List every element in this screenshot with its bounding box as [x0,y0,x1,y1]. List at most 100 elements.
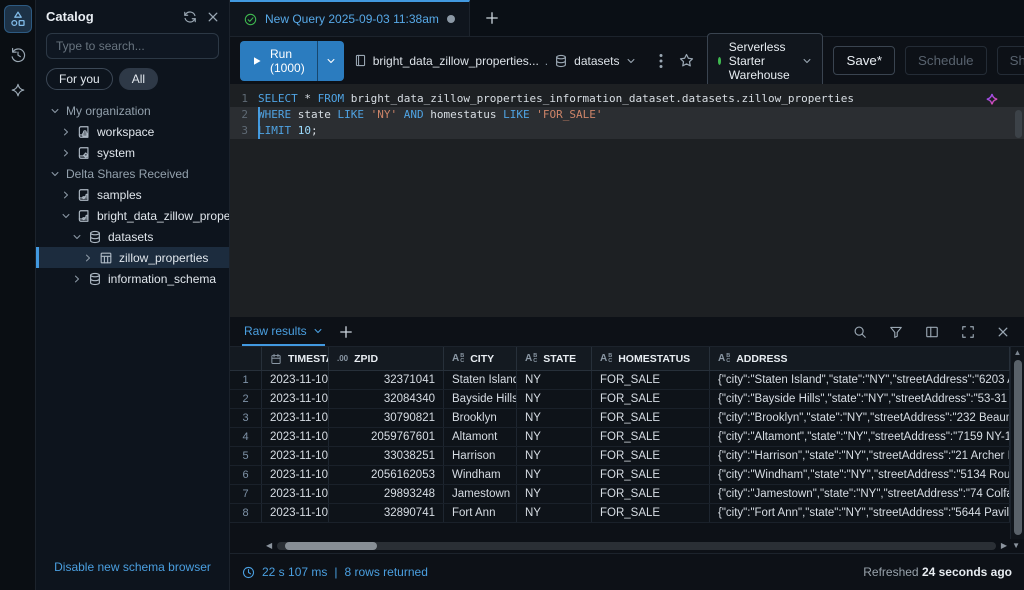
code-text: SELECT * FROM bright_data_zillow_propert… [258,91,1024,107]
scroll-left-arrow[interactable]: ◀ [266,542,272,550]
row-number: 2 [230,390,262,408]
cell-timestamp: 2023-11-10 [262,466,329,484]
tree-item-system[interactable]: system [36,142,229,163]
table-row[interactable]: 12023-11-1032371041Staten IslandNYFOR_SA… [230,371,1010,390]
chevron-right-icon [61,148,71,158]
chevron-down-icon [626,56,636,66]
row-number: 8 [230,504,262,522]
refreshed-label: Refreshed [863,565,918,579]
tree-item-label: system [97,146,135,160]
cell-address: {"city":"Harrison","state":"NY","streetA… [710,447,1010,465]
tree-item-information-schema[interactable]: information_schema [36,268,229,289]
cell-address: {"city":"Jamestown","state":"NY","street… [710,485,1010,503]
filter-all[interactable]: All [119,68,158,90]
disable-schema-browser-link[interactable]: Disable new schema browser [54,560,211,574]
table-row[interactable]: 42023-11-102059767601AltamontNYFOR_SALE{… [230,428,1010,447]
table-row[interactable]: 72023-11-1029893248JamestownNYFOR_SALE{"… [230,485,1010,504]
column-label: CITY [470,353,494,365]
schedule-button[interactable]: Schedule [905,46,987,75]
table-row[interactable]: 22023-11-1032084340Bayside HillsNYFOR_SA… [230,390,1010,409]
scroll-right-arrow[interactable]: ▶ [1001,542,1007,550]
assistant-button[interactable] [5,78,31,104]
share-button[interactable]: Share [997,46,1024,75]
table-row[interactable]: 32023-11-1030790821BrooklynNYFOR_SALE{"c… [230,409,1010,428]
line-number: 2 [230,107,258,123]
sparkle-icon [9,82,27,100]
tab-new-query[interactable]: New Query 2025-09-03 11:38am [230,0,470,36]
chevron-right-icon [72,274,82,284]
filter-for-you[interactable]: For you [46,68,113,90]
column-header-address[interactable]: ABC ADDRESS [710,347,1010,370]
tree-item-bright-data-zillow-properti-[interactable]: bright_data_zillow_properti... [36,205,229,226]
horizontal-scrollbar-track[interactable] [277,542,996,550]
editor-line-1: 1SELECT * FROM bright_data_zillow_proper… [230,91,1024,107]
assistant-sparkle-icon[interactable] [984,92,1000,108]
close-icon[interactable] [994,322,1012,342]
column-label: ADDRESS [736,353,787,365]
column-label: ZPID [354,353,378,365]
run-button[interactable]: Run (1000) [240,41,317,81]
run-options-button[interactable] [317,41,344,81]
catalog-sidebar-header: Catalog [36,0,229,30]
string-type-icon: ABC [718,354,730,364]
column-header-city[interactable]: ABCCITY [444,347,517,370]
tree-item-zillow-properties[interactable]: zillow_properties [36,247,229,268]
column-header-homestatus[interactable]: ABCHOMESTATUS [592,347,710,370]
row-number: 7 [230,485,262,503]
table-row[interactable]: 82023-11-1032890741Fort AnnNYFOR_SALE{"c… [230,504,1010,523]
chevron-down-icon [802,56,812,66]
warehouse-status-dot-icon [718,57,721,65]
refresh-icon[interactable] [183,10,197,24]
tab-raw-results[interactable]: Raw results [242,317,325,346]
scroll-up-arrow[interactable]: ▲ [1011,347,1024,359]
query-toolbar: Run (1000) bright_data_zillow_properties… [230,37,1024,84]
database-icon [88,230,102,244]
tree-item-samples[interactable]: samples [36,184,229,205]
selector-separator: . [545,54,548,68]
row-number: 6 [230,466,262,484]
catalog-search-input[interactable] [46,33,219,59]
expand-icon[interactable] [958,322,978,342]
tree-item-workspace[interactable]: workspace [36,121,229,142]
cell-homestatus: FOR_SALE [592,466,710,484]
search-icon[interactable] [850,322,870,342]
favorite-star-icon[interactable] [676,50,697,71]
chevron-down-icon [326,56,336,66]
scroll-down-arrow[interactable]: ▼ [1012,542,1020,550]
horizontal-scrollbar-thumb[interactable] [285,542,377,550]
vertical-scrollbar-thumb[interactable] [1014,360,1022,535]
column-label: STATE [543,353,576,365]
catalog-schema-selector[interactable]: bright_data_zillow_properties... . datas… [354,54,636,68]
warehouse-selector[interactable]: Serverless Starter Warehouse [707,33,824,89]
kebab-menu-icon[interactable] [656,50,666,72]
close-icon[interactable] [207,11,219,23]
query-history-button[interactable] [5,42,31,68]
column-header-timestamp[interactable]: TIMESTAMP [262,347,329,370]
results-table-header: TIMESTAMP.00ZPIDABCCITYABCSTATEABCHOMEST… [230,347,1010,371]
tree-item-my-organization[interactable]: My organization [36,100,229,121]
cell-city: Jamestown [444,485,517,503]
panel-icon[interactable] [922,322,942,342]
rows-returned-text: 8 rows returned [345,565,428,579]
add-visualization-button[interactable] [339,325,353,339]
cell-homestatus: FOR_SALE [592,485,710,503]
cell-zpid: 29893248 [329,485,444,503]
tree-item-delta-shares-received[interactable]: Delta Shares Received [36,163,229,184]
editor-scrollbar-thumb[interactable] [1015,110,1022,138]
column-label: HOMESTATUS [618,353,690,365]
database-icon [88,272,102,286]
column-header-state[interactable]: ABC STATE [517,347,592,370]
table-row[interactable]: 62023-11-102056162053WindhamNYFOR_SALE{"… [230,466,1010,485]
tree-item-datasets[interactable]: datasets [36,226,229,247]
column-header-zpid[interactable]: .00ZPID [329,347,444,370]
tree-item-label: My organization [66,104,151,118]
sql-editor[interactable]: 1SELECT * FROM bright_data_zillow_proper… [230,84,1024,317]
string-type-icon: ABC [525,354,537,364]
save-button[interactable]: Save* [833,46,895,75]
filter-icon[interactable] [886,322,906,342]
table-row[interactable]: 52023-11-1033038251HarrisonNYFOR_SALE{"c… [230,447,1010,466]
new-tab-button[interactable] [470,0,514,36]
tab-title: New Query 2025-09-03 11:38am [265,12,439,26]
selected-schema: datasets [574,54,619,68]
catalog-browser-button[interactable] [5,6,31,32]
